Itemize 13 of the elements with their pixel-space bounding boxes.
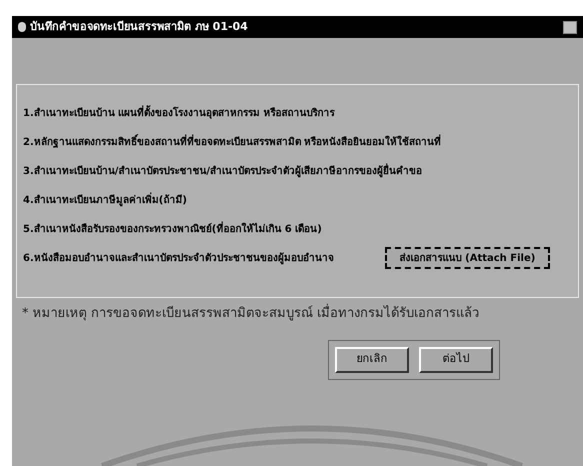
document-label: 2.หลักฐานแสดงกรรมสิทธิ์ของสถานที่ที่ขอจดทะเบียนสรรพสามิต หรือหนังสือยินยอมให้ใช้สถานที่ — [23, 134, 442, 150]
app-icon — [18, 22, 26, 32]
note-text: * หมายเหตุ การขอจดทะเบียนสรรพสามิตจะสมบูรณ์ เมื่อทางกรมได้รับเอกสารแล้ว — [22, 304, 583, 324]
document-label: 4.สำเนาทะเบียนภาษีมูลค่าเพิ่ม(ถ้ามี) — [23, 192, 187, 208]
window-title: บันทึกคำขอจดทะเบียนสรรพสามิต ภษ 01-04 — [30, 18, 248, 35]
cancel-button[interactable]: ยกเลิก — [335, 346, 409, 372]
next-button[interactable]: ต่อไป — [419, 346, 493, 372]
document-label: 1.สำเนาทะเบียนบ้าน แผนที่ตั้งของโรงงานอุตสาหกรรม หรือสถานบริการ — [23, 106, 335, 120]
attach-file-button[interactable]: ส่งเอกสารแนบ (Attach File) — [385, 247, 550, 269]
document-label: 6.หนังสือมอบอำนาจและสำเนาบัตรประจำตัวประชาชนของผู้มอบอำนาจ — [23, 251, 334, 266]
minimize-button[interactable] — [563, 20, 577, 34]
document-label: 5.สำเนาหนังสือรับรองของกระทรวงพาณิชย์(ที่ออกให้ไม่เกิน 6 เดือน) — [23, 222, 322, 236]
document-label: 3.สำเนาทะเบียนบ้าน/สำเนาบัตรประชาชน/สำเนาบัตรประจำตัวผู้เสียภาษีอากรของผู้ยื่นคำขอ — [23, 164, 422, 178]
